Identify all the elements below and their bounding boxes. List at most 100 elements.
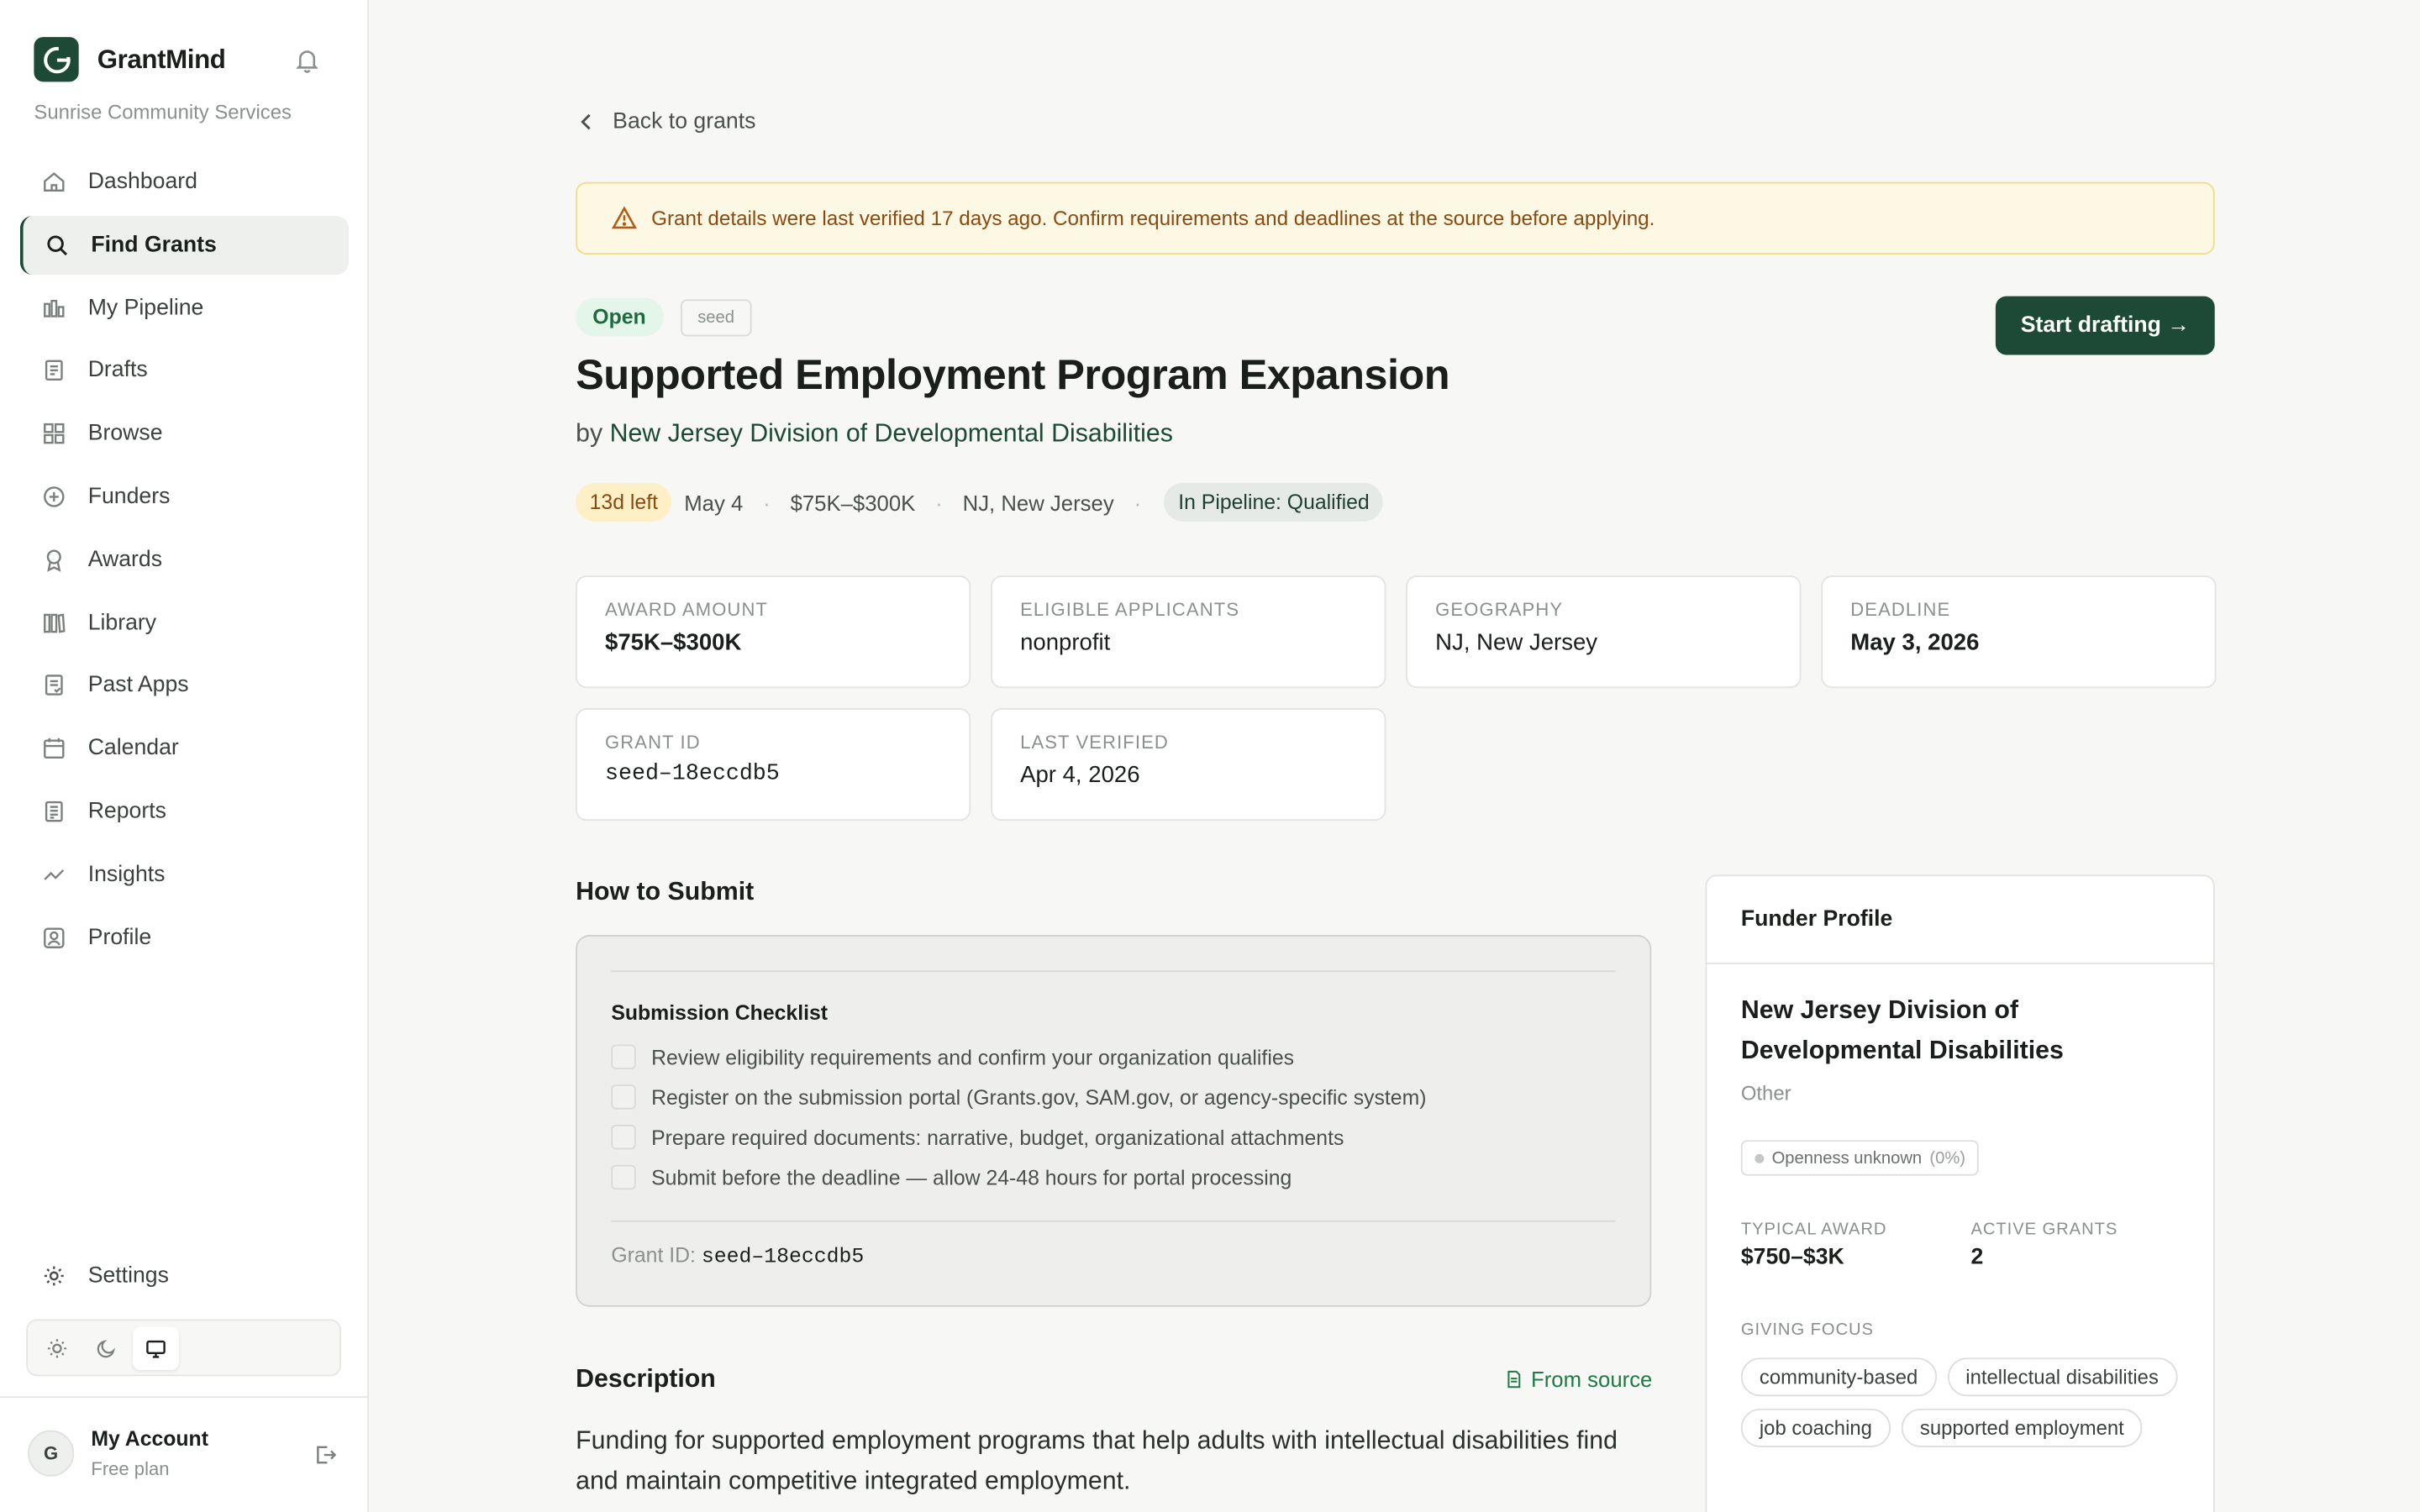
checklist-item[interactable]: Register on the submission portal (Grant… — [611, 1084, 1427, 1110]
start-drafting-button[interactable]: Start drafting → — [1995, 296, 2215, 355]
card-value: seed–18eccdb5 — [605, 762, 780, 787]
back-label: Back to grants — [613, 109, 756, 134]
sidebar-item-label: Reports — [87, 799, 166, 824]
checkbox[interactable] — [611, 1124, 636, 1150]
system-theme-button[interactable] — [132, 1326, 180, 1370]
grant-meta: 13d left May 4 · $75K–$300K · NJ, New Je… — [576, 482, 1384, 522]
sidebar-item-settings[interactable]: Settings — [20, 1247, 349, 1305]
checklist-item-label: Submit before the deadline — allow 24-48… — [651, 1165, 1292, 1189]
checklist-item-label: Prepare required documents: narrative, b… — [651, 1125, 1344, 1149]
avatar[interactable]: G — [28, 1430, 75, 1477]
checklist-item[interactable]: Prepare required documents: narrative, b… — [611, 1124, 1344, 1150]
card-label: Last Verified — [1020, 731, 1169, 753]
document-icon — [45, 360, 63, 381]
brand[interactable]: GrantMind — [34, 37, 226, 82]
meta-location: NJ, New Jersey — [962, 490, 1114, 515]
monitor-icon — [146, 1339, 166, 1357]
award-amount-card: Award Amount $75K–$300K — [576, 575, 971, 689]
eligible-applicants-card: Eligible Applicants nonprofit — [991, 575, 1386, 689]
logout-icon[interactable] — [313, 1442, 338, 1467]
card-label: Deadline — [1850, 598, 1951, 621]
card-value: nonprofit — [1020, 629, 1111, 656]
user-square-icon — [44, 927, 65, 948]
sidebar-item-find-grants[interactable]: Find Grants — [19, 215, 350, 275]
report-icon — [45, 801, 63, 822]
bell-icon[interactable] — [293, 46, 321, 74]
file-icon — [1507, 1370, 1521, 1389]
submission-checklist: Submission Checklist Review eligibility … — [576, 935, 1652, 1307]
checkbox[interactable] — [611, 1084, 636, 1110]
card-label: Eligible Applicants — [1020, 598, 1240, 621]
funder-name[interactable]: New Jersey Division of Developmental Dis… — [1741, 990, 2173, 1071]
sidebar-item-profile[interactable]: Profile — [20, 908, 349, 967]
card-value: May 3, 2026 — [1850, 629, 1980, 656]
checklist-item[interactable]: Review eligibility requirements and conf… — [611, 1044, 1294, 1069]
focus-tag[interactable]: community-based — [1740, 1357, 1937, 1397]
calendar-icon — [44, 738, 65, 759]
card-value: NJ, New Jersey — [1435, 629, 1598, 656]
focus-tag[interactable]: intellectual disabilities — [1947, 1357, 2177, 1397]
card-value: Apr 4, 2026 — [1020, 762, 1140, 789]
org-name: Sunrise Community Services — [34, 100, 292, 123]
meta-separator: · — [935, 490, 943, 515]
sidebar-item-funders[interactable]: Funders — [20, 468, 349, 527]
grid-icon — [44, 423, 65, 444]
funder-link[interactable]: New Jersey Division of Developmental Dis… — [610, 420, 1173, 448]
from-source-link[interactable]: From source — [1505, 1367, 1652, 1392]
stat-value: 2 — [1970, 1245, 1984, 1270]
sidebar-item-label: Find Grants — [91, 232, 217, 258]
meta-separator: · — [763, 490, 771, 515]
grant-id-card: Grant ID seed–18eccdb5 — [576, 708, 971, 822]
sidebar-item-label: Funders — [87, 484, 171, 510]
light-theme-button[interactable] — [34, 1326, 80, 1369]
sidebar-nav: Dashboard Find Grants My Pipeline Drafts… — [19, 153, 350, 971]
stat-label: Typical Award — [1740, 1220, 1887, 1239]
card-value: $75K–$300K — [605, 629, 742, 656]
checkbox[interactable] — [611, 1164, 636, 1190]
sidebar-item-browse[interactable]: Browse — [20, 405, 349, 464]
sidebar-item-calendar[interactable]: Calendar — [20, 719, 349, 778]
chevron-left-icon — [581, 113, 591, 130]
grant-id-value: seed–18eccdb5 — [701, 1247, 865, 1270]
dark-theme-button[interactable] — [83, 1326, 129, 1369]
grant-id-label: Grant ID: — [611, 1243, 696, 1267]
funder-profile-card: Funder Profile New Jersey Division of De… — [1705, 874, 2215, 1512]
checklist-title: Submission Checklist — [611, 1001, 829, 1025]
card-label: Grant ID — [605, 731, 701, 753]
checklist-item[interactable]: Submit before the deadline — allow 24-48… — [611, 1164, 1292, 1190]
focus-tag[interactable]: supported employment — [1901, 1408, 2143, 1447]
sidebar-item-past-apps[interactable]: Past Apps — [20, 656, 349, 715]
sidebar-item-dashboard[interactable]: Dashboard — [20, 153, 349, 212]
openness-label: Openness unknown — [1771, 1148, 1923, 1168]
moon-icon — [97, 1339, 115, 1357]
sidebar-item-library[interactable]: Library — [20, 593, 349, 652]
funder-byline: by New Jersey Division of Developmental … — [576, 420, 1173, 449]
checkbox[interactable] — [611, 1044, 636, 1069]
pipeline-icon — [44, 299, 65, 317]
last-verified-card: Last Verified Apr 4, 2026 — [991, 708, 1386, 822]
openness-badge: Openness unknown (0%) — [1740, 1140, 1980, 1176]
grantmind-logo-icon — [34, 37, 79, 82]
checklist-item-label: Register on the submission portal (Grant… — [651, 1085, 1427, 1109]
back-link[interactable]: Back to grants — [576, 109, 755, 134]
sidebar-item-drafts[interactable]: Drafts — [20, 342, 349, 401]
giving-focus-label: Giving Focus — [1740, 1320, 1874, 1340]
focus-tag[interactable]: job coaching — [1740, 1408, 1891, 1447]
sidebar-item-label: Past Apps — [87, 673, 189, 698]
verification-alert: Grant details were last verified 17 days… — [576, 181, 2215, 255]
sidebar-item-reports[interactable]: Reports — [20, 782, 349, 841]
award-icon — [46, 549, 61, 572]
gear-icon — [44, 1266, 64, 1286]
sidebar-item-insights[interactable]: Insights — [20, 845, 349, 904]
sidebar-item-label: Awards — [87, 547, 163, 573]
theme-switcher — [26, 1319, 341, 1377]
typical-award-stat: Typical Award $750–$3K — [1741, 1221, 1887, 1270]
stat-label: Active Grants — [1970, 1220, 2118, 1239]
sidebar-item-my-pipeline[interactable]: My Pipeline — [20, 279, 349, 338]
account-name[interactable]: My Account — [91, 1427, 208, 1451]
sidebar-item-label: My Pipeline — [87, 295, 204, 321]
page-title: Supported Employment Program Expansion — [576, 349, 1450, 398]
pipeline-badge[interactable]: In Pipeline: Qualified — [1164, 482, 1384, 522]
sidebar-item-awards[interactable]: Awards — [20, 530, 349, 589]
meta-amount: $75K–$300K — [790, 490, 916, 515]
